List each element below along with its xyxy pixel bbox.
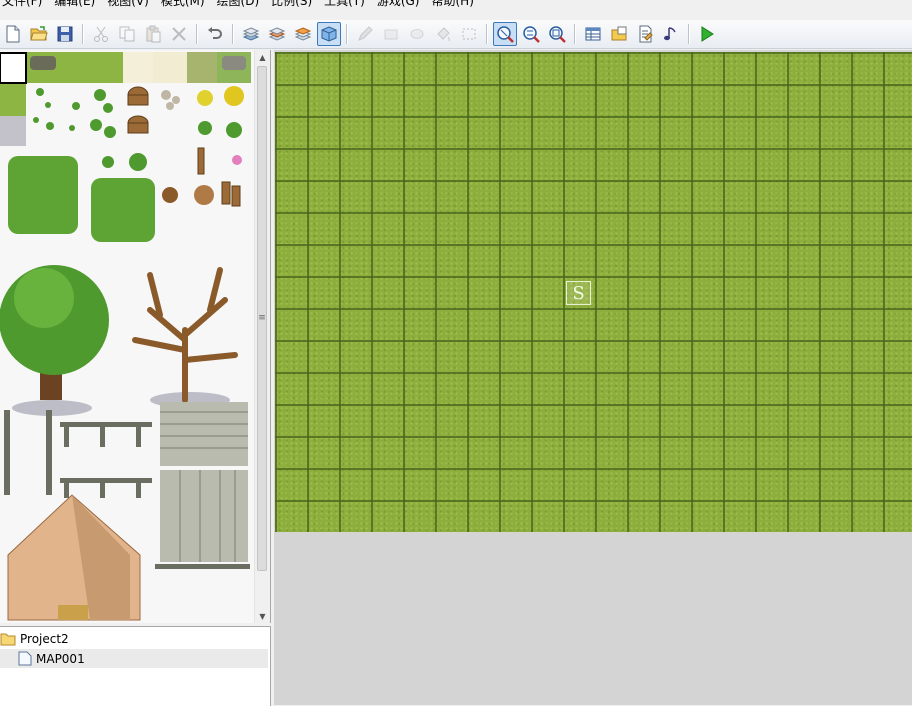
menu-mode[interactable]: 模式(M)	[158, 0, 214, 10]
new-file-icon[interactable]	[1, 22, 25, 46]
toolbar-separator	[82, 24, 84, 44]
menu-scale[interactable]: 比例(S)	[268, 0, 321, 10]
toolbar-separator	[346, 24, 348, 44]
toolbar-separator	[232, 24, 234, 44]
toolbar	[0, 20, 912, 49]
tree-item-project[interactable]: Project2	[0, 629, 69, 648]
menu-tools[interactable]: 工具(T)	[321, 0, 374, 10]
copy-icon[interactable]	[115, 22, 139, 46]
undo-icon[interactable]	[203, 22, 227, 46]
database-icon[interactable]	[581, 22, 605, 46]
scroll-up-icon[interactable]: ▲	[255, 50, 270, 64]
toolbar-separator	[574, 24, 576, 44]
sound-test-icon[interactable]	[659, 22, 683, 46]
cut-icon[interactable]	[89, 22, 113, 46]
zoom-1-icon[interactable]	[493, 22, 517, 46]
toolbar-separator	[196, 24, 198, 44]
scroll-thumb[interactable]: ≡	[257, 66, 267, 571]
zoom-2-icon[interactable]	[519, 22, 543, 46]
player-start-marker[interactable]: S	[566, 281, 591, 305]
resource-manager-icon[interactable]	[607, 22, 631, 46]
folder-icon	[0, 633, 16, 645]
toolbar-separator	[486, 24, 488, 44]
tileset-palette[interactable]: ▲ ≡ ▼	[0, 50, 271, 623]
layer-2-icon[interactable]	[265, 22, 289, 46]
tileset-canvas[interactable]	[0, 50, 254, 623]
map-editor-area[interactable]: S	[274, 50, 912, 705]
menu-game[interactable]: 游戏(G)	[374, 0, 429, 10]
project-name: Project2	[20, 631, 69, 646]
menu-edit[interactable]: 编辑(E)	[51, 0, 104, 10]
map-name: MAP001	[36, 651, 85, 666]
scroll-down-icon[interactable]: ▼	[255, 609, 270, 623]
select-icon[interactable]	[457, 22, 481, 46]
pencil-icon[interactable]	[353, 22, 377, 46]
paste-icon[interactable]	[141, 22, 165, 46]
map-canvas[interactable]: S	[275, 52, 912, 532]
delete-icon[interactable]	[167, 22, 191, 46]
event-layer-icon[interactable]	[317, 22, 341, 46]
menu-bar: 文件(F) 编辑(E) 视图(V) 模式(M) 绘图(D) 比例(S) 工具(T…	[0, 0, 912, 10]
rectangle-icon[interactable]	[379, 22, 403, 46]
layer-1-icon[interactable]	[239, 22, 263, 46]
menu-view[interactable]: 视图(V)	[104, 0, 158, 10]
script-editor-icon[interactable]	[633, 22, 657, 46]
menu-help[interactable]: 帮助(H)	[429, 0, 483, 10]
ellipse-icon[interactable]	[405, 22, 429, 46]
tree-item-map[interactable]: MAP001	[0, 649, 268, 668]
open-folder-icon[interactable]	[27, 22, 51, 46]
map-tree: Project2 MAP001	[0, 626, 271, 706]
save-icon[interactable]	[53, 22, 77, 46]
palette-scrollbar[interactable]: ▲ ≡ ▼	[254, 50, 270, 623]
map-file-icon	[18, 651, 32, 666]
menu-draw[interactable]: 绘图(D)	[214, 0, 269, 10]
toolbar-separator	[688, 24, 690, 44]
play-test-icon[interactable]	[695, 22, 719, 46]
layer-3-icon[interactable]	[291, 22, 315, 46]
zoom-4-icon[interactable]	[545, 22, 569, 46]
menu-file[interactable]: 文件(F)	[0, 0, 51, 10]
fill-icon[interactable]	[431, 22, 455, 46]
